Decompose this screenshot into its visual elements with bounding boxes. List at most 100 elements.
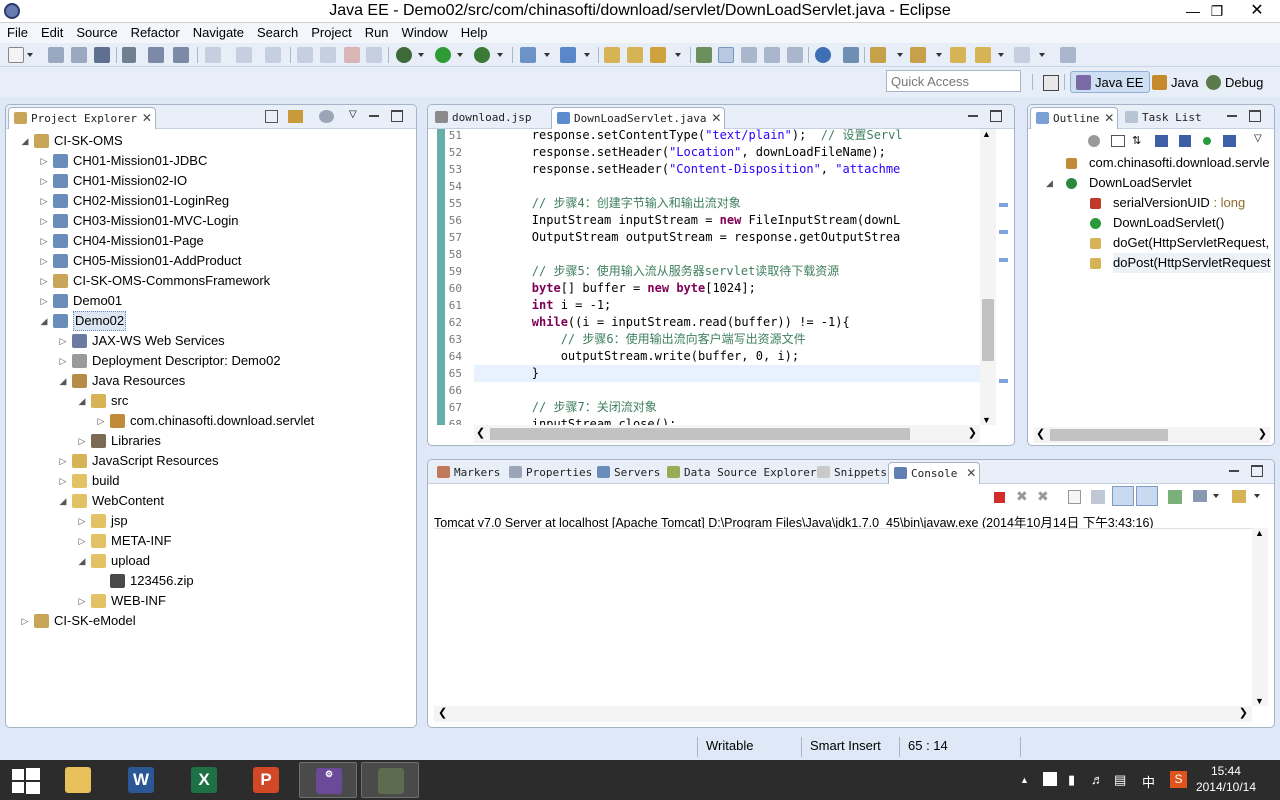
- tab-properties[interactable]: Properties: [504, 462, 596, 484]
- search-icon[interactable]: [650, 47, 666, 63]
- hide-non-public-icon[interactable]: [1179, 135, 1191, 147]
- sogou-input-icon[interactable]: S: [1170, 771, 1187, 788]
- suspend-icon[interactable]: [320, 47, 336, 63]
- horizontal-scrollbar[interactable]: ❮ ❯: [474, 425, 980, 443]
- show-hidden-icons-icon[interactable]: ▲: [1020, 775, 1029, 785]
- maximize-editor-button[interactable]: [990, 110, 1002, 122]
- tree-item[interactable]: ▷ com.chinasofti.download.servlet: [6, 411, 411, 431]
- debug-dropdown-icon[interactable]: [418, 53, 424, 57]
- tree-item[interactable]: ▷ Deployment Descriptor: Demo02: [6, 351, 411, 371]
- display-console-icon[interactable]: [1193, 490, 1207, 502]
- view-menu-icon[interactable]: [319, 110, 334, 123]
- next-annotation-icon[interactable]: [696, 47, 712, 63]
- collapsed-arrow-icon[interactable]: ▷: [77, 431, 87, 451]
- scroll-right-icon[interactable]: ❯: [1239, 706, 1248, 719]
- next-edit-icon[interactable]: [870, 47, 886, 63]
- new-dropdown-icon[interactable]: [27, 53, 33, 57]
- scroll-lock-icon[interactable]: [1091, 490, 1105, 504]
- collapsed-arrow-icon[interactable]: ▷: [39, 231, 49, 251]
- tree-item[interactable]: ◢ Java Resources: [6, 371, 411, 391]
- menu-refactor[interactable]: Refactor: [124, 23, 186, 42]
- code-line[interactable]: int i = -1;: [474, 297, 980, 314]
- tab-markers[interactable]: Markers: [432, 462, 504, 484]
- scroll-left-icon[interactable]: ❮: [438, 706, 447, 719]
- tree-item[interactable]: ◢ src: [6, 391, 411, 411]
- collapse-all-icon[interactable]: [265, 110, 278, 123]
- maximize-console-button[interactable]: [1251, 465, 1263, 477]
- perspective-java-ee[interactable]: Java EE: [1070, 71, 1151, 93]
- tree-item[interactable]: ▷ CH03-Mission01-MVC-Login: [6, 211, 411, 231]
- quick-access-input[interactable]: Quick Access: [886, 70, 1021, 92]
- expanded-arrow-icon[interactable]: ◢: [1046, 173, 1053, 193]
- tree-item[interactable]: ▷ WEB-INF: [6, 591, 411, 611]
- minimize-outline-button[interactable]: [1226, 110, 1238, 122]
- tree-item[interactable]: ◢ Demo02: [6, 311, 411, 331]
- back-dropdown-icon[interactable]: [998, 53, 1004, 57]
- menu-navigate[interactable]: Navigate: [186, 23, 250, 42]
- menu-search[interactable]: Search: [250, 23, 304, 42]
- network-adapter-icon[interactable]: ▮: [1068, 772, 1075, 788]
- open-perspective-icon[interactable]: [1043, 75, 1059, 91]
- maximize-outline-button[interactable]: [1249, 110, 1261, 122]
- code-line[interactable]: [474, 178, 980, 195]
- scroll-down-icon[interactable]: ▼: [982, 415, 991, 425]
- chevron-down-icon[interactable]: ▽: [349, 109, 357, 120]
- collapsed-arrow-icon[interactable]: ▷: [39, 191, 49, 211]
- chevron-down-icon[interactable]: ▽: [1254, 133, 1262, 144]
- toggle-highlight-icon[interactable]: [718, 47, 734, 63]
- menu-window[interactable]: Window: [395, 23, 454, 42]
- collapse-all-icon[interactable]: [1111, 135, 1125, 147]
- console-output[interactable]: [434, 528, 1252, 706]
- outline-item[interactable]: DownLoadServlet(): [1028, 213, 1274, 233]
- previous-edit-dropdown-icon[interactable]: [936, 53, 942, 57]
- scroll-left-icon[interactable]: ❮: [476, 426, 485, 439]
- menu-project[interactable]: Project: [304, 23, 357, 42]
- next-edit-dropdown-icon[interactable]: [897, 53, 903, 57]
- horizontal-scroll-thumb[interactable]: [1050, 429, 1168, 441]
- pin-console-icon[interactable]: [1168, 490, 1182, 504]
- system-clock[interactable]: 15:44 2014/10/14: [1196, 763, 1256, 795]
- servlet-icon[interactable]: [843, 47, 859, 63]
- chevron-down-icon[interactable]: [1254, 494, 1260, 498]
- tree-item[interactable]: ◢ upload: [6, 551, 411, 571]
- menu-edit[interactable]: Edit: [34, 23, 69, 42]
- tab-servers[interactable]: Servers: [592, 462, 664, 484]
- new-java-class-icon[interactable]: [560, 47, 576, 63]
- scroll-thumb[interactable]: [982, 299, 994, 361]
- code-line[interactable]: [474, 382, 980, 399]
- scroll-right-icon[interactable]: ❯: [1258, 427, 1267, 440]
- redo-icon[interactable]: [236, 47, 252, 63]
- code-line[interactable]: [474, 246, 980, 263]
- close-icon[interactable]: ✕: [966, 466, 976, 480]
- insert-mode-status[interactable]: Smart Insert: [801, 737, 899, 757]
- close-icon[interactable]: ✕: [711, 111, 721, 125]
- minimize-editor-button[interactable]: [967, 110, 979, 122]
- collapsed-arrow-icon[interactable]: ▷: [39, 151, 49, 171]
- menu-run[interactable]: Run: [358, 23, 395, 42]
- resume-icon[interactable]: [297, 47, 313, 63]
- taskbar-file-explorer[interactable]: [49, 762, 107, 798]
- horizontal-scroll-thumb[interactable]: [490, 428, 910, 440]
- link-with-editor-icon[interactable]: [288, 110, 303, 123]
- tree-item[interactable]: ▷ CH02-Mission01-LoginReg: [6, 191, 411, 211]
- sort-icon[interactable]: ⇅: [1132, 134, 1141, 147]
- expanded-arrow-icon[interactable]: ◢: [77, 391, 87, 411]
- code-line[interactable]: inputStream.close();: [474, 416, 980, 425]
- tab-downloadservlet-java[interactable]: DownLoadServlet.java ✕: [551, 107, 726, 129]
- show-source-icon[interactable]: [787, 47, 803, 63]
- tree-item[interactable]: ▷ jsp: [6, 511, 411, 531]
- network-icon[interactable]: ▤: [1114, 772, 1126, 788]
- code-line[interactable]: OutputStream outputStream = response.get…: [474, 229, 980, 246]
- tree-item[interactable]: 123456.zip: [6, 571, 411, 591]
- collapsed-arrow-icon[interactable]: ▷: [39, 291, 49, 311]
- disconnect-icon[interactable]: [366, 47, 382, 63]
- tree-item[interactable]: ▷ CH04-Mission01-Page: [6, 231, 411, 251]
- tab-project-explorer[interactable]: Project Explorer ✕: [8, 107, 156, 129]
- taskbar-excel[interactable]: X: [175, 762, 233, 798]
- code-area[interactable]: 51 response.setContentType("text/plain")…: [428, 129, 980, 425]
- undo-icon[interactable]: [205, 47, 221, 63]
- collapsed-arrow-icon[interactable]: ▷: [96, 411, 106, 431]
- perspective-debug[interactable]: Debug: [1200, 71, 1270, 93]
- tree-item[interactable]: ▷ CH01-Mission01-JDBC: [6, 151, 411, 171]
- remove-all-terminated-icon[interactable]: ✖: [1037, 488, 1049, 505]
